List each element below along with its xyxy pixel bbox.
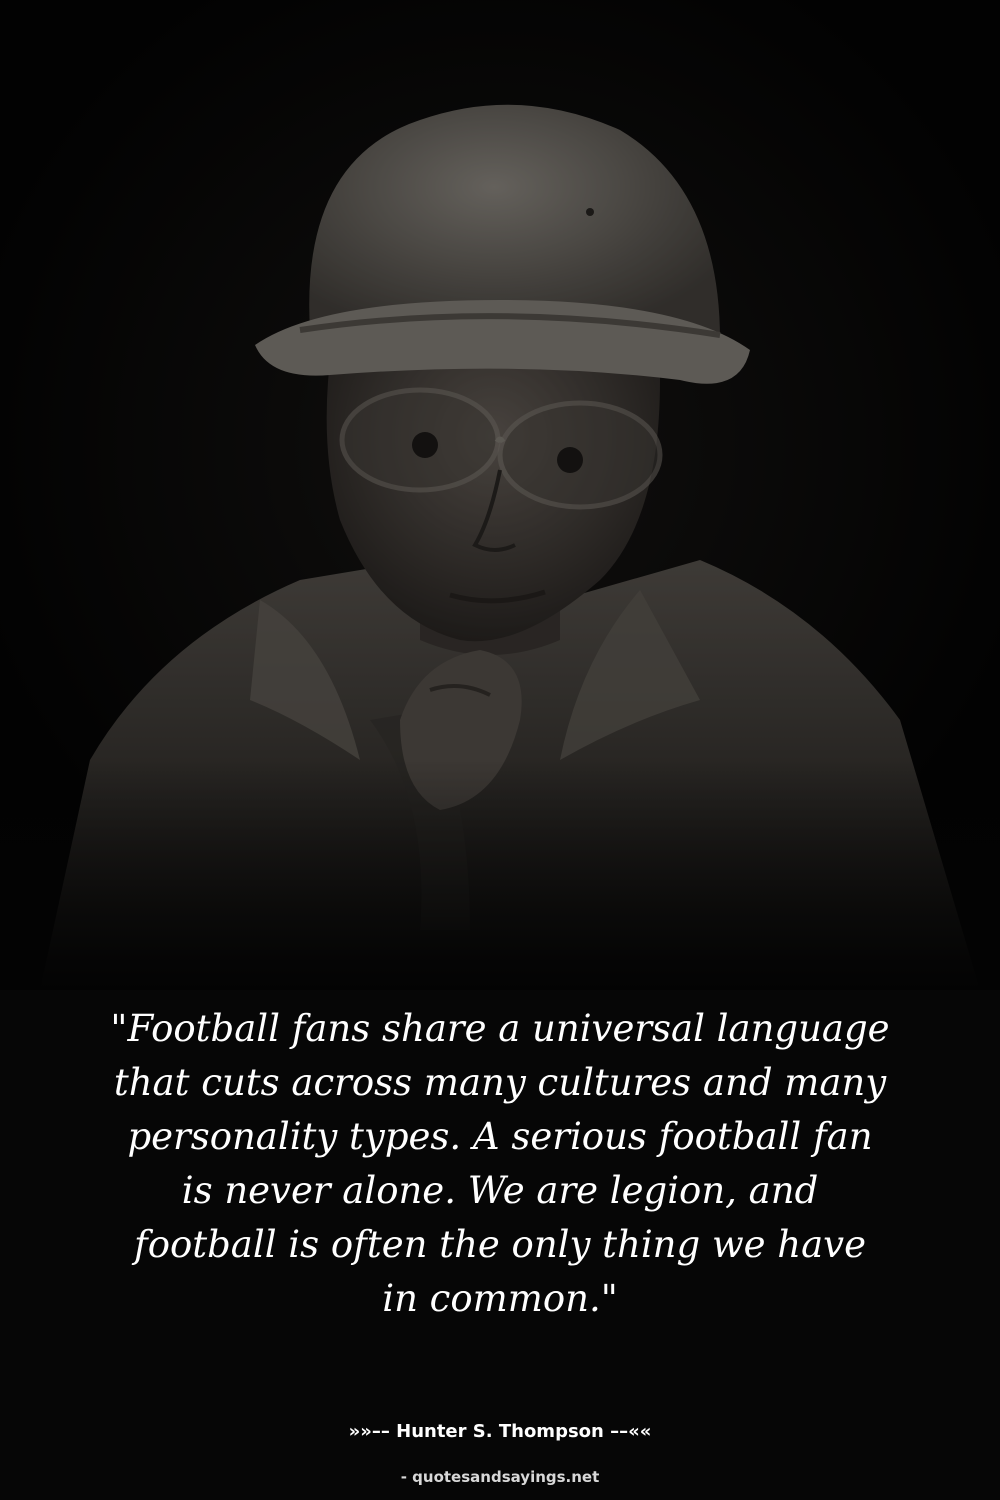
quote-card: "Football fans share a universal languag…	[0, 0, 1000, 1500]
quote-line: that cuts across many cultures and many	[113, 1061, 887, 1104]
source-credit: - quotesandsayings.net	[400, 1468, 600, 1486]
quote-author: »»–– Hunter S. Thompson ––««	[348, 1421, 652, 1442]
quote-line: is never alone. We are legion, and	[181, 1169, 819, 1212]
quote-text: "Football fans share a universal languag…	[40, 1002, 960, 1326]
author-portrait-photo	[0, 0, 1000, 990]
quote-line: in common."	[382, 1277, 618, 1320]
quote-line: personality types. A serious football fa…	[127, 1115, 873, 1158]
quote-line: football is often the only thing we have	[134, 1223, 866, 1266]
quote-line: "Football fans share a universal languag…	[110, 1007, 890, 1050]
